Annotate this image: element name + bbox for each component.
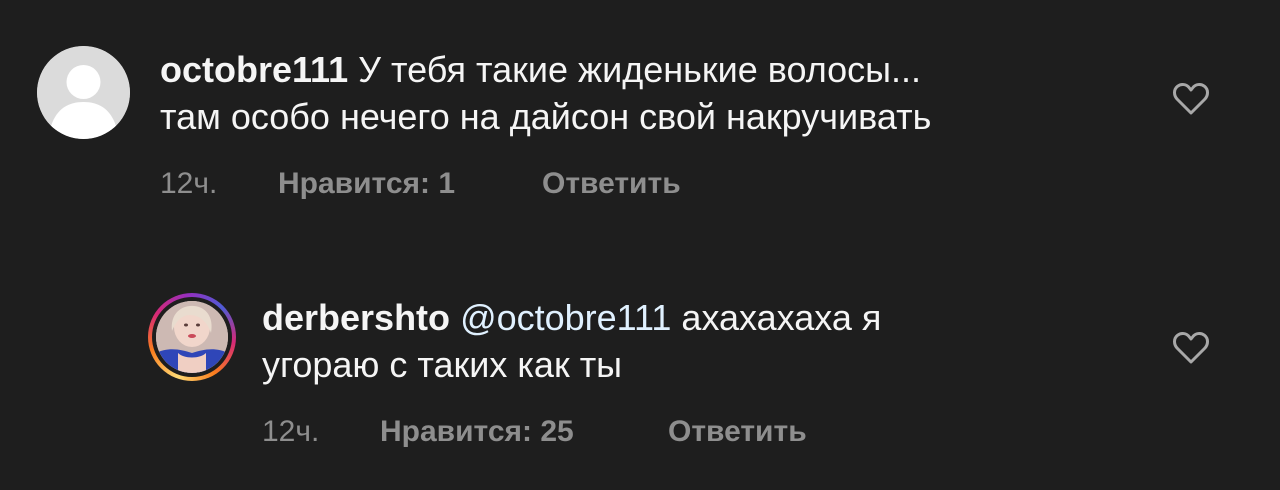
comment-time: 12ч. bbox=[160, 167, 218, 200]
comment-text-line1: ахахахаха я bbox=[681, 297, 882, 338]
comment-time: 12ч. bbox=[262, 415, 320, 448]
likes-count[interactable]: Нравится: 1 bbox=[278, 166, 542, 202]
avatar[interactable] bbox=[37, 46, 130, 139]
default-avatar-icon bbox=[37, 46, 130, 139]
comment-text-line1: У тебя такие жиденькие волосы... bbox=[358, 49, 922, 90]
heart-icon[interactable] bbox=[1172, 82, 1210, 116]
comment-meta: 12ч. Нравится: 1 Ответить bbox=[160, 166, 681, 202]
reply-button[interactable]: Ответить bbox=[668, 415, 807, 448]
mention-link[interactable]: @octobre111 bbox=[460, 297, 671, 338]
reply-button[interactable]: Ответить bbox=[542, 167, 681, 200]
comment-username[interactable]: derbershto bbox=[262, 297, 450, 338]
comment-body: octobre111 У тебя такие жиденькие волосы… bbox=[160, 46, 931, 140]
comment-body: derbershto @octobre111 ахахахаха я угора… bbox=[262, 294, 881, 388]
comment-username[interactable]: octobre111 bbox=[160, 49, 348, 90]
comment-text-line2: там особо нечего на дайсон свой накручив… bbox=[160, 96, 932, 137]
heart-icon[interactable] bbox=[1172, 331, 1210, 365]
comment-text-line2: угораю с таких как ты bbox=[262, 344, 623, 385]
avatar-ring-gap bbox=[152, 297, 232, 377]
profile-photo bbox=[156, 301, 228, 373]
comment-meta: 12ч. Нравится: 25 Ответить bbox=[262, 414, 807, 450]
profile-photo-drawing bbox=[156, 301, 228, 373]
avatar[interactable] bbox=[148, 293, 236, 381]
likes-count[interactable]: Нравится: 25 bbox=[380, 414, 668, 450]
